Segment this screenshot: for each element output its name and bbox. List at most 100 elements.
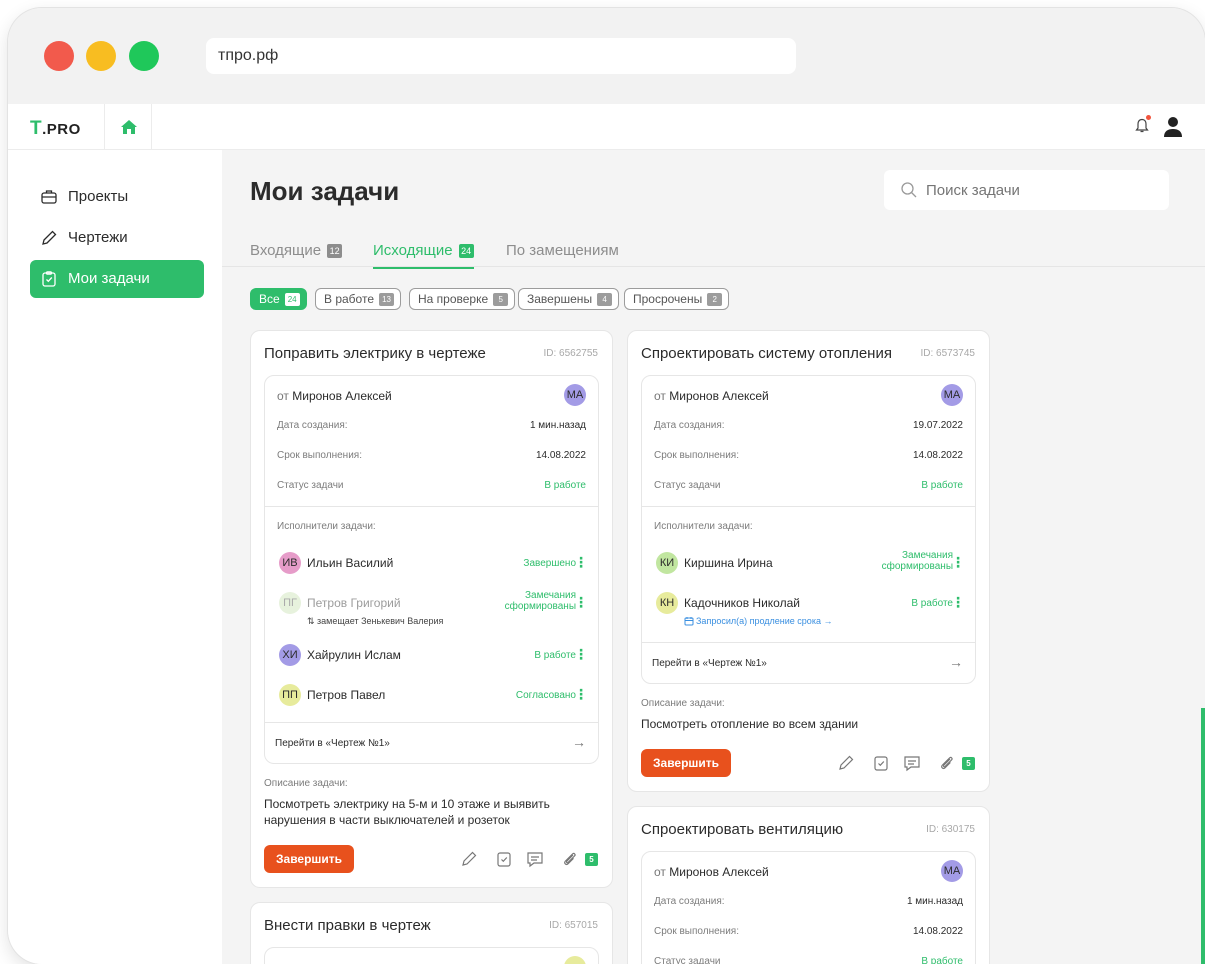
goto-drawing-link[interactable]: Перейти в «Чертеж №1» xyxy=(275,738,390,749)
home-button[interactable] xyxy=(104,104,152,150)
executor-status: В работе xyxy=(911,598,953,609)
filter-all[interactable]: Все 24 xyxy=(250,288,307,310)
page-title: Мои задачи xyxy=(250,176,400,206)
clipboard-check-icon[interactable] xyxy=(872,754,890,772)
tab-outgoing[interactable]: Исходящие 24 xyxy=(373,242,474,269)
app-logo[interactable]: T.PRO xyxy=(30,118,81,140)
substitute-note: ⇅ замещает Зенькевич Валерия xyxy=(307,616,444,626)
task-actions: 5 xyxy=(460,850,598,870)
scroll-indicator[interactable] xyxy=(1201,708,1205,964)
executor-name: Ильин Василий xyxy=(307,556,394,570)
briefcase-icon xyxy=(41,190,57,204)
sidebar-item-projects[interactable]: Проекты xyxy=(30,178,204,216)
finish-button[interactable]: Завершить xyxy=(641,749,732,777)
filter-overdue[interactable]: Просрочены 2 xyxy=(624,288,730,310)
app-header: T.PRO xyxy=(8,104,1205,150)
pencil-icon[interactable] xyxy=(837,754,855,772)
executor-name: Кадочников Николай xyxy=(684,596,800,610)
kebab-menu-icon[interactable]: ⋮ xyxy=(574,595,588,609)
task-search[interactable] xyxy=(884,170,1169,210)
arrow-right-icon[interactable]: → xyxy=(949,654,963,670)
created-row: Дата создания: 1 мин.назад xyxy=(277,420,586,431)
task-title[interactable]: Спроектировать систему отопления xyxy=(641,345,892,362)
avatar xyxy=(564,956,586,964)
goto-drawing-link[interactable]: Перейти в «Чертеж №1» xyxy=(652,658,767,669)
task-details: от Миронов Алексей МА Дата создания: 1 ми… xyxy=(641,851,976,964)
address-bar[interactable]: тпро.рф xyxy=(206,38,796,74)
avatar: МА xyxy=(564,384,586,406)
attachments-count: 5 xyxy=(962,757,975,770)
sidebar-item-drawings[interactable]: Чертежи xyxy=(30,219,204,257)
filter-completed[interactable]: Завершены 4 xyxy=(518,288,620,310)
minimize-window-button[interactable] xyxy=(86,41,116,71)
filter-on-review[interactable]: На проверке 5 xyxy=(409,288,516,310)
executor-name: Петров Павел xyxy=(307,688,386,702)
task-card[interactable]: Внести правки в чертеж ID: 657015 xyxy=(250,902,613,964)
task-details xyxy=(264,947,599,964)
tab-count: 12 xyxy=(327,244,343,258)
filter-in-progress[interactable]: В работе 13 xyxy=(315,288,402,310)
kebab-menu-icon[interactable]: ⋮ xyxy=(574,555,588,569)
kebab-menu-icon[interactable]: ⋮ xyxy=(574,687,588,701)
task-details: от Миронов Алексей МА Дата создания: 19.0… xyxy=(641,375,976,684)
sidebar: Проекты Чертежи Мои задачи xyxy=(8,150,222,964)
comment-icon[interactable] xyxy=(903,754,921,772)
task-id: ID: 630175 xyxy=(926,824,975,835)
status-row: Статус задачи В работе xyxy=(277,480,586,491)
paperclip-icon[interactable] xyxy=(561,850,579,868)
kebab-menu-icon[interactable]: ⋮ xyxy=(951,595,965,609)
task-author: от Миронов Алексей xyxy=(654,389,769,403)
sidebar-item-my-tasks[interactable]: Мои задачи xyxy=(30,260,204,298)
search-input[interactable] xyxy=(926,170,1156,210)
status-row: Статус задачи В работе xyxy=(654,956,963,964)
executor-name: Петров Григорий xyxy=(307,596,401,610)
task-title[interactable]: Внести правки в чертеж xyxy=(264,917,431,934)
task-actions: 5 xyxy=(837,754,975,774)
close-window-button[interactable] xyxy=(44,41,74,71)
task-card[interactable]: Поправить электрику в чертеже ID: 656275… xyxy=(250,330,613,888)
avatar: КИ xyxy=(656,552,678,574)
avatar: ПГ xyxy=(279,592,301,614)
divider xyxy=(642,642,975,643)
pencil-icon[interactable] xyxy=(460,850,478,868)
pencil-icon xyxy=(42,230,57,245)
notification-dot xyxy=(1146,115,1151,120)
deadline-row: Срок выполнения: 14.08.2022 xyxy=(277,450,586,461)
deadline-row: Срок выполнения: 14.08.2022 xyxy=(654,450,963,461)
browser-chrome: тпро.рф xyxy=(8,8,1205,104)
arrow-right-icon[interactable]: → xyxy=(572,734,586,750)
task-card[interactable]: Спроектировать систему отопления ID: 657… xyxy=(627,330,990,792)
description-label: Описание задачи: xyxy=(264,778,348,789)
task-card[interactable]: Спроектировать вентиляцию ID: 630175 от … xyxy=(627,806,990,964)
task-id: ID: 6573745 xyxy=(920,348,976,359)
tab-incoming[interactable]: Входящие 12 xyxy=(250,242,343,267)
avatar: ИВ xyxy=(279,552,301,574)
tab-substitutions[interactable]: По замещениям xyxy=(506,242,619,267)
clipboard-check-icon xyxy=(42,271,56,287)
executors-label: Исполнители задачи: xyxy=(277,521,376,532)
kebab-menu-icon[interactable]: ⋮ xyxy=(951,555,965,569)
maximize-window-button[interactable] xyxy=(129,41,159,71)
task-id: ID: 657015 xyxy=(549,920,598,931)
comment-icon[interactable] xyxy=(526,850,544,868)
user-icon[interactable] xyxy=(1163,116,1183,138)
home-icon xyxy=(121,120,137,134)
calendar-icon xyxy=(684,617,694,626)
tab-count: 24 xyxy=(458,244,474,258)
clipboard-check-icon[interactable] xyxy=(495,850,513,868)
created-row: Дата создания: 19.07.2022 xyxy=(654,420,963,431)
attachments-count: 5 xyxy=(585,853,598,866)
finish-button[interactable]: Завершить xyxy=(264,845,355,873)
created-row: Дата создания: 1 мин.назад xyxy=(654,896,963,907)
browser-window: тпро.рф T.PRO Проекты Чертежи Мои задачи… xyxy=(8,8,1205,964)
bell-icon[interactable] xyxy=(1135,118,1149,134)
task-author: от Миронов Алексей xyxy=(277,389,392,403)
divider xyxy=(265,506,598,507)
executor-status: Замечания сформированы xyxy=(881,550,953,572)
paperclip-icon[interactable] xyxy=(938,754,956,772)
extension-request-link[interactable]: Запросил(а) продление срока → xyxy=(696,616,832,626)
kebab-menu-icon[interactable]: ⋮ xyxy=(574,647,588,661)
task-details: от Миронов Алексей МА Дата создания: 1 ми… xyxy=(264,375,599,764)
task-title[interactable]: Поправить электрику в чертеже xyxy=(264,345,486,362)
task-title[interactable]: Спроектировать вентиляцию xyxy=(641,821,843,838)
